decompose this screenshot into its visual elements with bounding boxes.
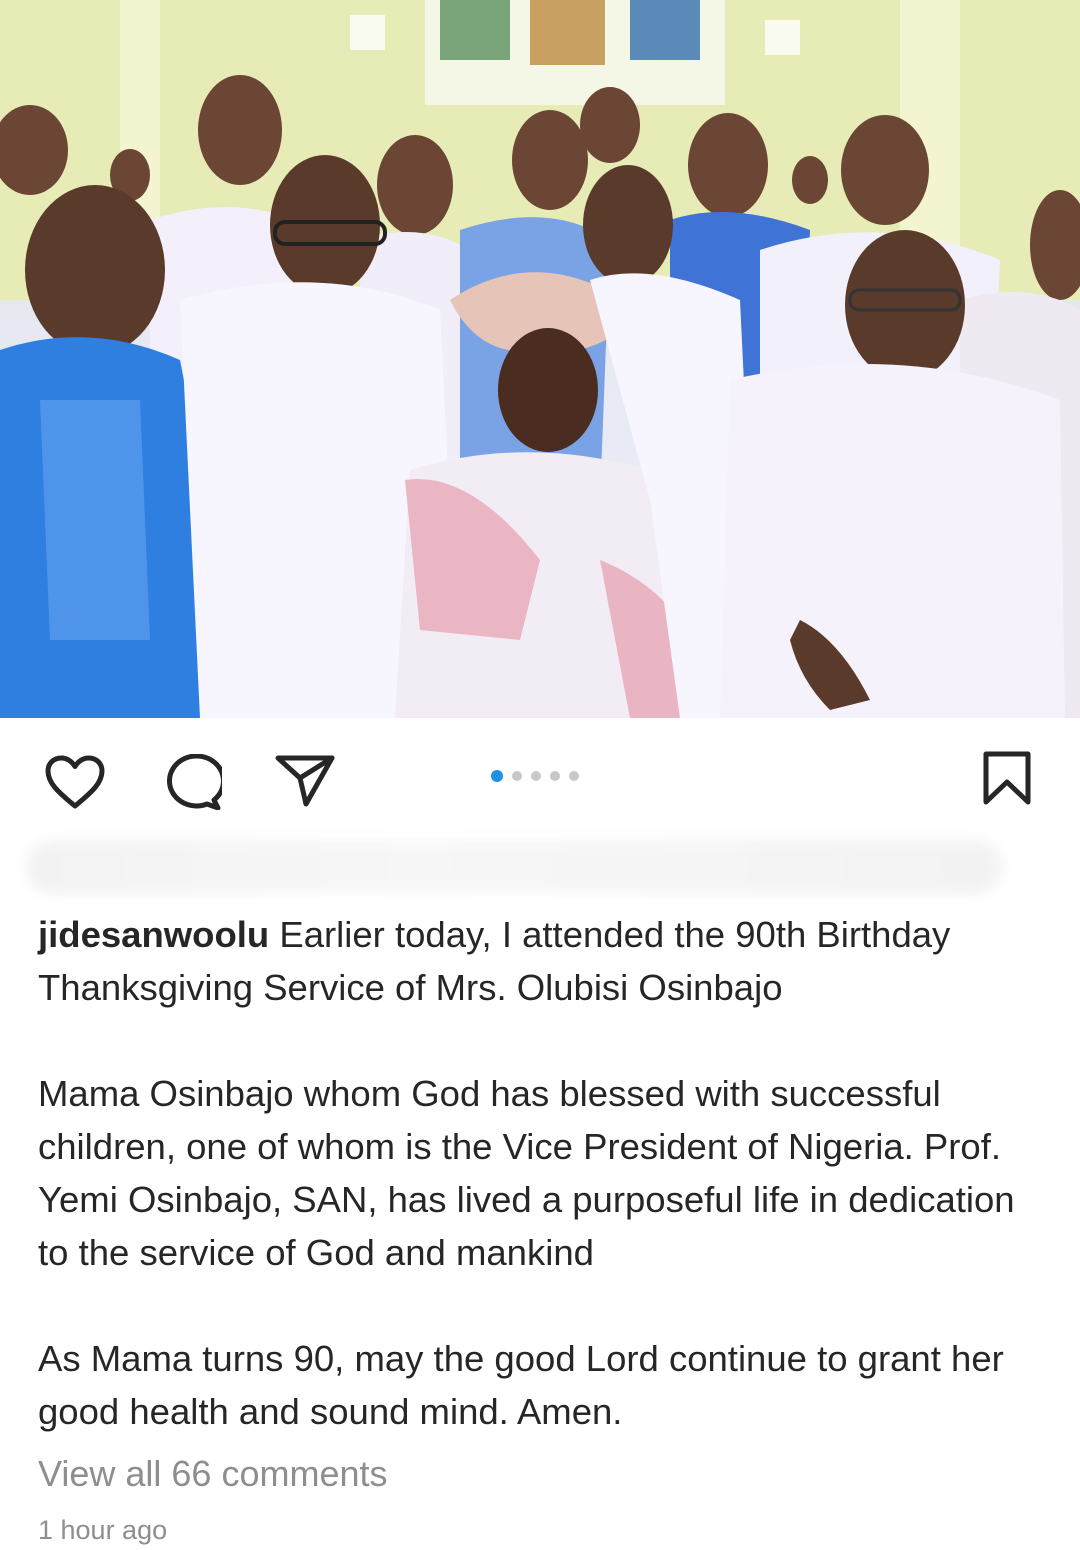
- post-image[interactable]: [0, 0, 1080, 718]
- carousel-dot: [550, 771, 560, 781]
- redacted-likes-line: [26, 840, 1002, 894]
- caption-paragraph: As Mama turns 90, may the good Lord cont…: [38, 1338, 1004, 1432]
- carousel-indicator: [491, 770, 579, 782]
- bookmark-icon[interactable]: [982, 750, 1032, 806]
- post-photo-illustration: [0, 0, 1080, 718]
- carousel-dot: [531, 771, 541, 781]
- heart-icon[interactable]: [44, 754, 106, 810]
- carousel-dot: [569, 771, 579, 781]
- username-link[interactable]: jidesanwoolu: [38, 914, 269, 955]
- carousel-dot-active: [491, 770, 503, 782]
- caption-paragraph: jidesanwoolu Earlier today, I attended t…: [38, 908, 1048, 1014]
- caption-paragraph: Mama Osinbajo whom God has blessed with …: [38, 1073, 1015, 1273]
- comment-bubble-icon[interactable]: [160, 754, 222, 810]
- view-all-comments-link[interactable]: View all 66 comments: [38, 1448, 388, 1500]
- post-caption: jidesanwoolu Earlier today, I attended t…: [38, 908, 1048, 1438]
- post-timestamp: 1 hour ago: [38, 1515, 168, 1545]
- carousel-dot: [512, 771, 522, 781]
- paper-plane-icon[interactable]: [274, 752, 336, 808]
